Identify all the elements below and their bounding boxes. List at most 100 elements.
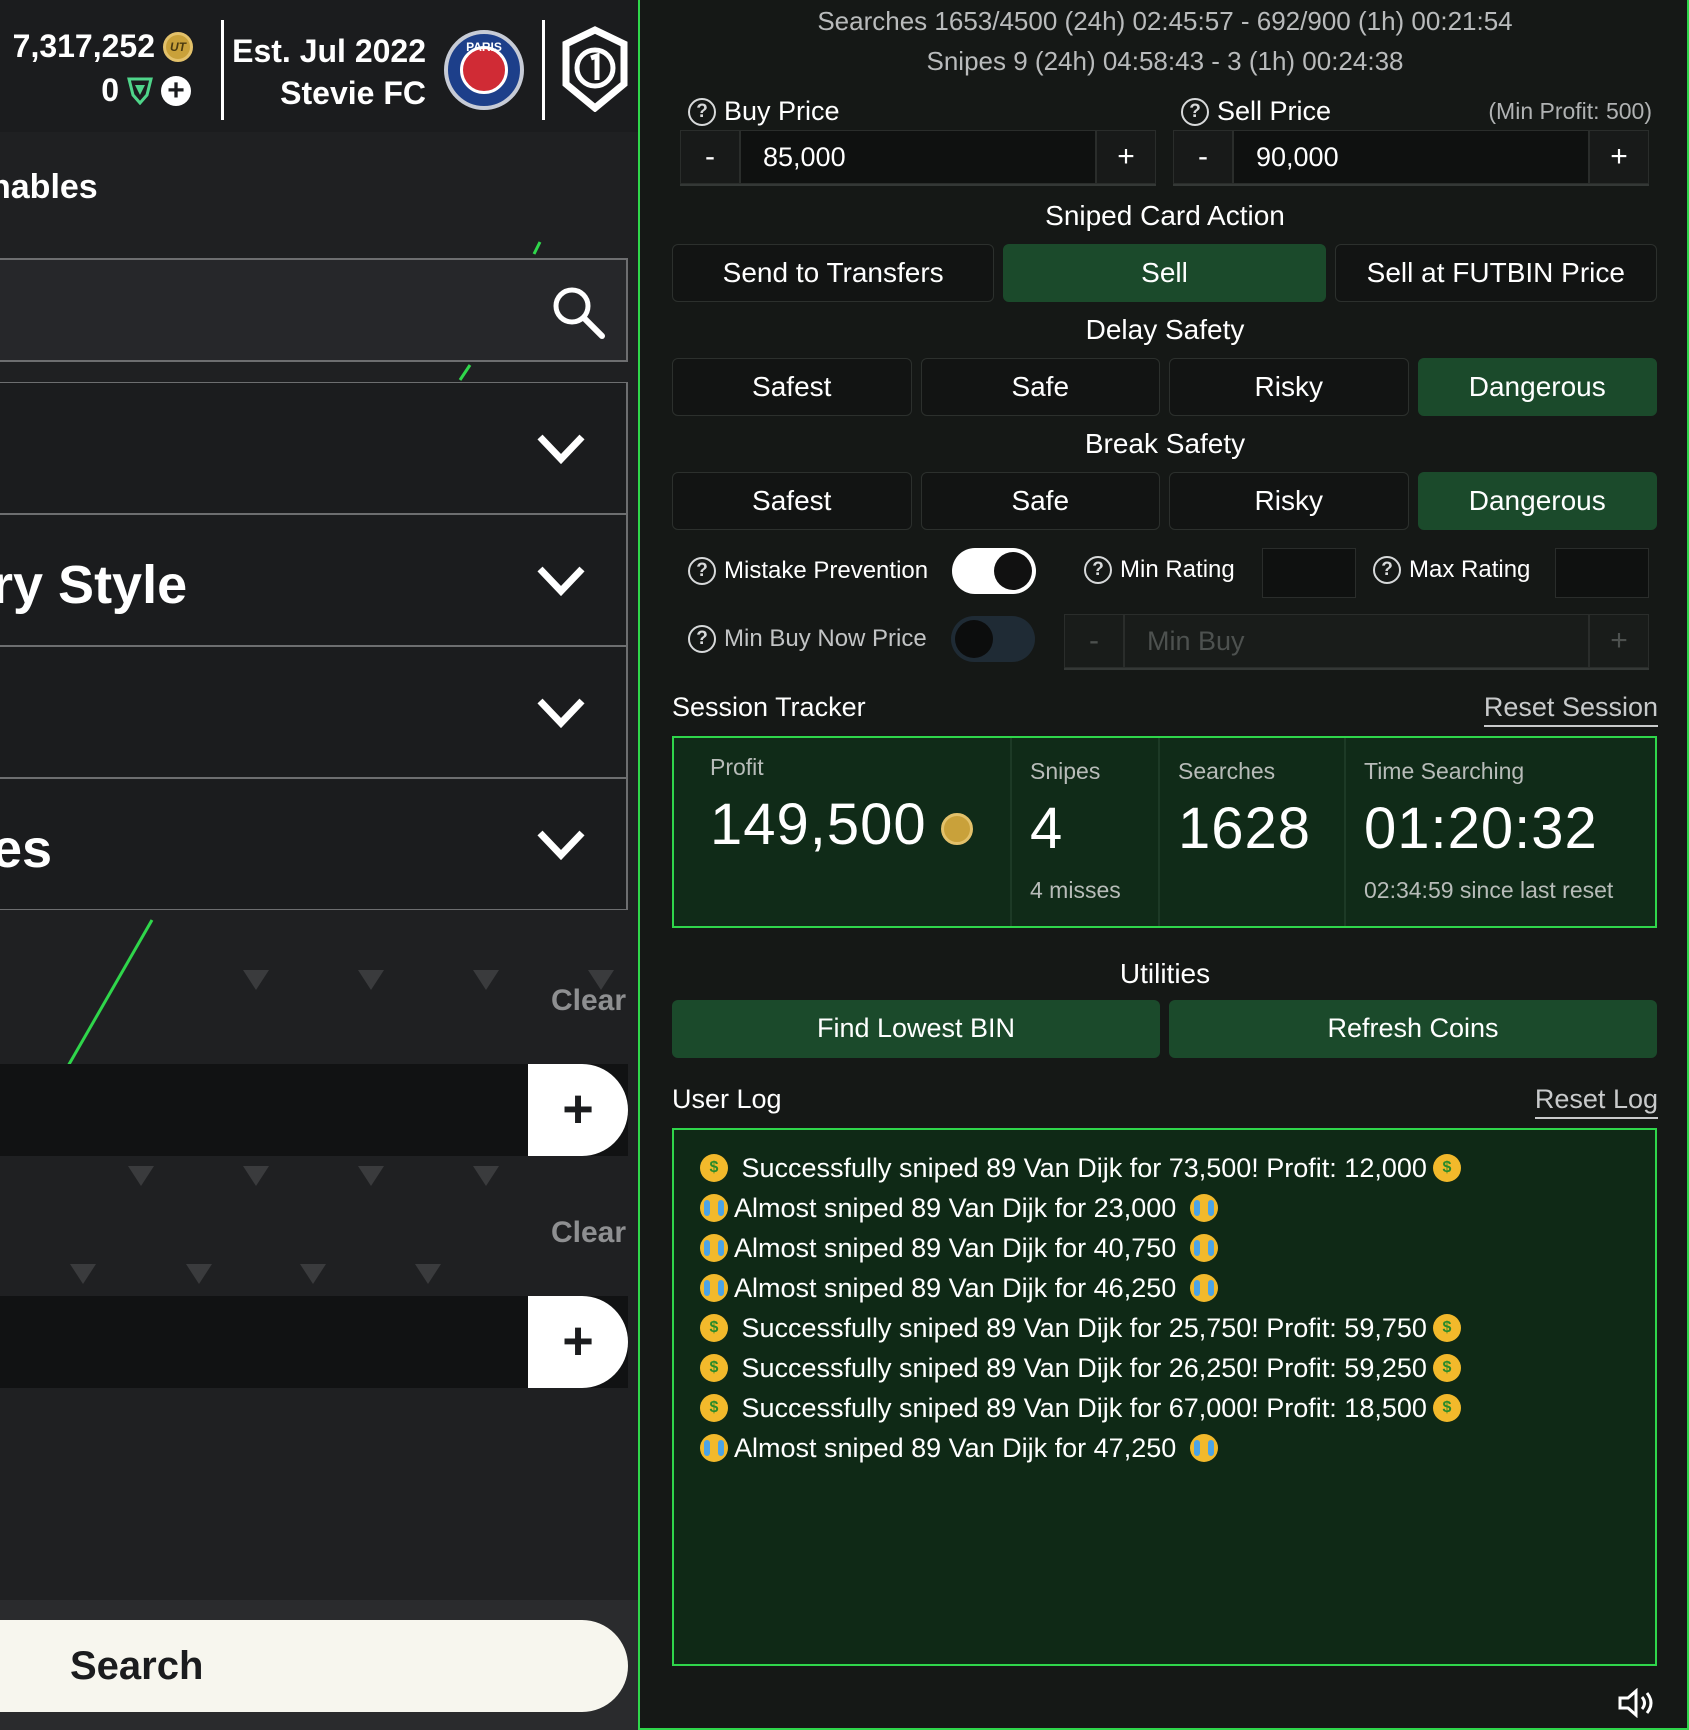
mistake-prevention-row: ? Mistake Prevention bbox=[688, 548, 1037, 594]
time-searching-label: Time Searching bbox=[1364, 758, 1525, 784]
min-buy-decrement[interactable]: - bbox=[1064, 614, 1124, 668]
help-icon[interactable]: ? bbox=[688, 97, 716, 126]
search-button[interactable]: Search bbox=[0, 1620, 628, 1712]
session-tracker: Profit 149,500 Snipes 4 4 misses Searche… bbox=[672, 736, 1657, 928]
max-rating-input[interactable] bbox=[1555, 548, 1649, 598]
refresh-coins-button[interactable]: Refresh Coins bbox=[1169, 1000, 1657, 1058]
points-balance: 0 + bbox=[101, 72, 191, 109]
delay-safety-group: Safest Safe Risky Dangerous bbox=[672, 358, 1657, 416]
min-buy-now-toggle[interactable] bbox=[950, 616, 1035, 662]
price-input-row[interactable]: + bbox=[0, 1296, 628, 1388]
speaker-icon[interactable] bbox=[1618, 1688, 1658, 1718]
sell-at-futbin-price-button[interactable]: Sell at FUTBIN Price bbox=[1334, 244, 1657, 302]
crying-face-icon bbox=[1189, 1274, 1218, 1302]
add-button[interactable]: + bbox=[528, 1296, 628, 1388]
chevron-down-icon bbox=[537, 698, 585, 729]
min-buy-increment[interactable]: + bbox=[1589, 614, 1649, 668]
price-marker bbox=[128, 1166, 154, 1186]
money-face-icon bbox=[700, 1354, 728, 1382]
delay-safe-button[interactable]: Safe bbox=[920, 358, 1160, 416]
dropdown-label: es bbox=[0, 819, 53, 879]
min-buy-now-row: ? Min Buy Now Price bbox=[688, 616, 1035, 662]
help-icon[interactable]: ? bbox=[1181, 97, 1209, 126]
min-buy-now-label: Min Buy Now Price bbox=[724, 625, 927, 652]
max-rating-label: Max Rating bbox=[1409, 556, 1531, 583]
toggle-knob bbox=[954, 620, 993, 658]
search-icon[interactable] bbox=[550, 284, 606, 340]
filter-dropdown-1[interactable] bbox=[0, 382, 628, 514]
player-search-input[interactable] bbox=[0, 258, 628, 362]
profit-value: 149,500 bbox=[710, 791, 1010, 858]
ea-fc-logo-icon[interactable] bbox=[560, 26, 630, 112]
filter-dropdown-3[interactable] bbox=[0, 646, 628, 778]
min-rating-row: ? Min Rating bbox=[1084, 556, 1235, 584]
log-entry-text: Successfully sniped 89 Van Dijk for 73,5… bbox=[734, 1153, 1427, 1183]
divider bbox=[542, 20, 545, 120]
price-input-row[interactable]: + bbox=[0, 1064, 628, 1156]
buy-price-input[interactable]: 85,000 bbox=[740, 130, 1096, 184]
min-rating-input[interactable] bbox=[1262, 548, 1356, 598]
break-safest-button[interactable]: Safest bbox=[672, 472, 912, 530]
section-title: nables bbox=[0, 168, 98, 206]
add-points-icon[interactable]: + bbox=[161, 75, 191, 106]
money-face-icon bbox=[1432, 1354, 1461, 1382]
min-rating-label: Min Rating bbox=[1120, 556, 1235, 583]
log-entry: Almost sniped 89 Van Dijk for 46,250 bbox=[700, 1268, 1629, 1308]
break-safe-button[interactable]: Safe bbox=[920, 472, 1160, 530]
searches-value: 1628 bbox=[1178, 796, 1312, 861]
divider bbox=[221, 20, 224, 120]
add-button[interactable]: + bbox=[528, 1064, 628, 1156]
club-crest-icon: PARIS bbox=[444, 30, 524, 110]
reset-log-link[interactable]: Reset Log bbox=[1534, 1084, 1658, 1119]
snipes-label: Snipes bbox=[1030, 758, 1101, 784]
find-lowest-bin-button[interactable]: Find Lowest BIN bbox=[672, 1000, 1160, 1058]
profit-cell: Profit 149,500 bbox=[674, 738, 1012, 926]
clear-button[interactable]: Clear bbox=[551, 984, 626, 1018]
break-dangerous-button[interactable]: Dangerous bbox=[1417, 472, 1657, 530]
buy-price-stepper[interactable]: - 85,000 + bbox=[680, 130, 1156, 186]
filter-dropdown-2[interactable]: ry Style bbox=[0, 514, 628, 646]
help-icon[interactable]: ? bbox=[688, 625, 716, 653]
min-buy-input[interactable]: Min Buy bbox=[1124, 614, 1589, 668]
sniped-card-action-group: Send to Transfers Sell Sell at FUTBIN Pr… bbox=[672, 244, 1657, 302]
money-face-icon bbox=[1432, 1154, 1461, 1182]
help-icon[interactable]: ? bbox=[688, 557, 716, 585]
send-to-transfers-button[interactable]: Send to Transfers bbox=[672, 244, 995, 302]
help-icon[interactable]: ? bbox=[1373, 556, 1401, 584]
log-entry: Successfully sniped 89 Van Dijk for 67,0… bbox=[700, 1388, 1629, 1428]
money-face-icon bbox=[700, 1314, 728, 1342]
sell-price-text: Sell Price bbox=[1217, 96, 1332, 126]
min-profit-note: (Min Profit: 500) bbox=[1488, 98, 1652, 124]
club-established: Est. Jul 2022 bbox=[232, 33, 426, 69]
price-marker bbox=[415, 1264, 441, 1284]
crying-face-icon bbox=[700, 1234, 728, 1262]
min-buy-stepper[interactable]: - Min Buy + bbox=[1064, 614, 1649, 670]
reset-session-link[interactable]: Reset Session bbox=[1483, 692, 1658, 727]
price-marker bbox=[243, 970, 269, 990]
buy-price-increment[interactable]: + bbox=[1096, 130, 1156, 184]
sell-price-stepper[interactable]: - 90,000 + bbox=[1173, 130, 1649, 186]
delay-risky-button[interactable]: Risky bbox=[1169, 358, 1409, 416]
left-panel: 7,317,252 UT 0 + Est. Jul 2022 Stevie FC… bbox=[0, 0, 638, 1730]
money-face-icon bbox=[1432, 1314, 1461, 1342]
sell-price-input[interactable]: 90,000 bbox=[1233, 130, 1589, 184]
log-entry: Successfully sniped 89 Van Dijk for 26,2… bbox=[700, 1348, 1629, 1388]
mistake-prevention-toggle[interactable] bbox=[952, 548, 1037, 594]
filter-dropdown-4[interactable]: es bbox=[0, 778, 628, 910]
delay-dangerous-button[interactable]: Dangerous bbox=[1417, 358, 1657, 416]
log-entry: Almost sniped 89 Van Dijk for 47,250 bbox=[700, 1428, 1629, 1468]
price-marker bbox=[300, 1264, 326, 1284]
sell-button[interactable]: Sell bbox=[1003, 244, 1326, 302]
sell-price-increment[interactable]: + bbox=[1589, 130, 1649, 184]
buy-price-decrement[interactable]: - bbox=[680, 130, 740, 184]
log-entry-text: Almost sniped 89 Van Dijk for 40,750 bbox=[734, 1233, 1184, 1263]
help-icon[interactable]: ? bbox=[1084, 556, 1112, 584]
break-risky-button[interactable]: Risky bbox=[1169, 472, 1409, 530]
price-marker bbox=[473, 970, 499, 990]
dropdown-label: ry Style bbox=[0, 555, 188, 615]
delay-safest-button[interactable]: Safest bbox=[672, 358, 912, 416]
break-safety-title: Break Safety bbox=[1084, 428, 1246, 459]
log-entry: Successfully sniped 89 Van Dijk for 73,5… bbox=[700, 1148, 1629, 1188]
sell-price-decrement[interactable]: - bbox=[1173, 130, 1233, 184]
clear-button[interactable]: Clear bbox=[551, 1216, 626, 1250]
